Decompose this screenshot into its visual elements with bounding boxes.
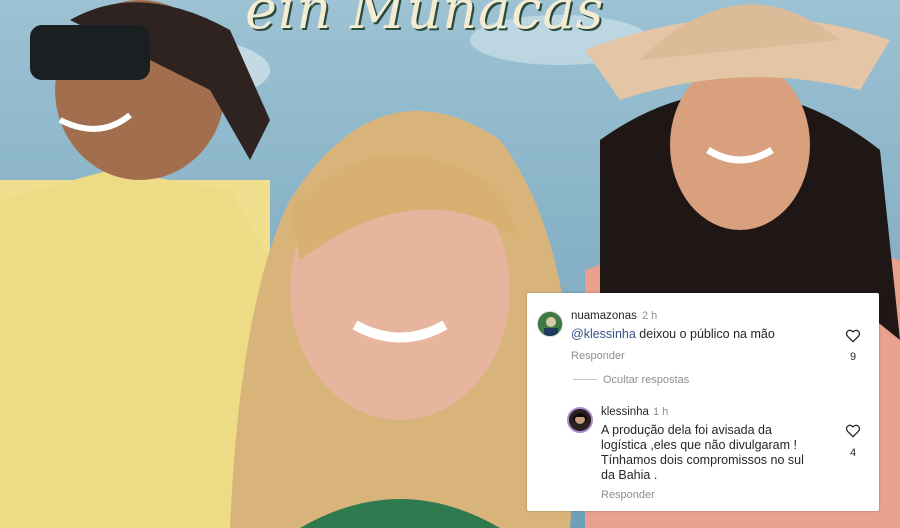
- like-count: 9: [849, 351, 857, 363]
- comment-text: @klessinha deixou o público na mão: [571, 327, 775, 342]
- comment-body: deixou o público na mão: [635, 327, 775, 341]
- divider-line: [573, 379, 597, 380]
- comment-username[interactable]: nuamazonas: [571, 310, 637, 322]
- poster-title: ein Munacas: [245, 0, 605, 41]
- comment-line: logística ,eles que não divulgaram !: [601, 438, 797, 452]
- comment-username[interactable]: klessinha: [601, 406, 649, 418]
- heart-icon[interactable]: [845, 329, 861, 343]
- like-count: 4: [849, 447, 857, 459]
- avatar[interactable]: [567, 407, 593, 433]
- comment-line: da Bahia .: [601, 468, 658, 482]
- comment-line: A produção dela foi avisada da: [601, 423, 772, 437]
- comment-line: Tínhamos dois compromissos no sul: [601, 453, 804, 467]
- comment-panel: nuamazonas 2 h @klessinha deixou o públi…: [527, 293, 879, 511]
- comment-time: 2 h: [642, 310, 658, 322]
- profile-image: [538, 312, 562, 336]
- comment-time: 1 h: [653, 406, 669, 418]
- heart-icon[interactable]: [845, 424, 861, 438]
- comment-text: A produção dela foi avisada da logística…: [601, 423, 804, 483]
- reply-button[interactable]: Responder: [601, 489, 655, 501]
- hide-replies-button[interactable]: Ocultar respostas: [603, 374, 689, 386]
- reply-button[interactable]: Responder: [571, 350, 625, 362]
- mention-link[interactable]: @klessinha: [571, 327, 636, 341]
- profile-image: [569, 409, 591, 431]
- avatar[interactable]: [537, 311, 563, 337]
- person-left: [0, 0, 270, 528]
